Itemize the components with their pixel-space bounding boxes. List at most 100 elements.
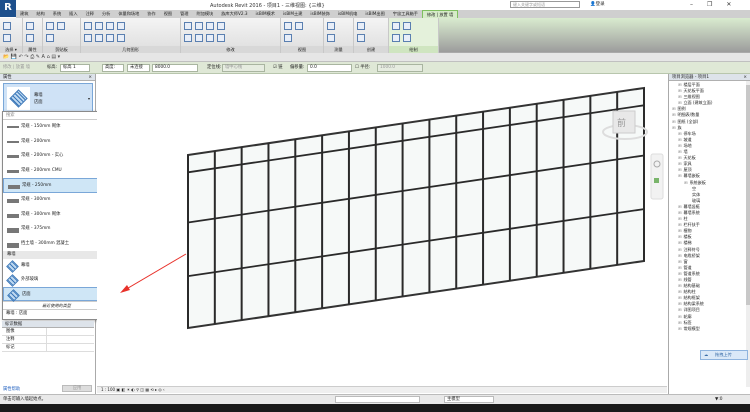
property-row[interactable]: 图像 xyxy=(2,328,94,336)
minimize-button[interactable]: – xyxy=(690,1,707,8)
tab-0[interactable]: 建筑 xyxy=(16,10,32,18)
expand-icon[interactable]: ⊞ xyxy=(678,326,681,331)
application-menu-button[interactable]: R xyxy=(0,0,16,17)
tool-icon[interactable] xyxy=(195,22,203,30)
expand-icon[interactable]: ⊞ xyxy=(678,222,681,227)
tool-icon[interactable] xyxy=(84,34,92,42)
expand-icon[interactable]: ⊞ xyxy=(672,125,675,130)
type-option[interactable]: 常规 - 300mm xyxy=(3,193,110,208)
expand-icon[interactable]: ⊞ xyxy=(678,301,681,306)
workset-select[interactable] xyxy=(335,396,420,403)
tool-icon[interactable] xyxy=(327,34,335,42)
tab-10[interactable]: 附加模块 xyxy=(192,10,217,18)
expand-icon[interactable]: ⊞ xyxy=(678,82,681,87)
tab-15[interactable]: isBIM机电 xyxy=(334,10,361,18)
view-control-bar[interactable]: 1 : 100 ▣ ◧ ☀ ◐ ⚲ ◫ ▦ ⟲ ▸ ◎ ‹ xyxy=(97,386,667,393)
expand-icon[interactable]: ⊞ xyxy=(678,143,681,148)
expand-icon[interactable]: ⊞ xyxy=(684,180,687,185)
tool-icon[interactable] xyxy=(106,34,114,42)
expand-icon[interactable]: ⊞ xyxy=(678,295,681,300)
type-option[interactable]: 常规 - 200mm xyxy=(3,135,110,150)
offset-input[interactable]: 0.0 xyxy=(307,64,352,72)
tool-icon[interactable] xyxy=(184,34,192,42)
tool-icon[interactable] xyxy=(184,22,192,30)
family-option[interactable]: 外部玻璃 xyxy=(3,273,110,288)
properties-help-link[interactable]: 属性帮助 xyxy=(3,386,20,392)
tab-13[interactable]: isBIM土建 xyxy=(279,10,306,18)
tool-icon[interactable] xyxy=(217,22,225,30)
close-button[interactable]: ✕ xyxy=(726,1,745,8)
tab-16[interactable]: isBIM出图 xyxy=(361,10,388,18)
tab-4[interactable]: 注释 xyxy=(82,10,98,18)
expand-icon[interactable]: ⊞ xyxy=(678,94,681,99)
type-option[interactable]: 常规 - 375mm xyxy=(3,222,110,237)
tab-8[interactable]: 视图 xyxy=(160,10,176,18)
login-button[interactable]: 👤登录 xyxy=(590,1,605,7)
property-row[interactable]: 标记 xyxy=(2,344,94,352)
tool-icon[interactable] xyxy=(403,22,411,30)
tool-icon[interactable] xyxy=(284,22,292,30)
family-option[interactable]: 店面 xyxy=(3,287,110,303)
help-search-input[interactable]: 键入关键字或短语 xyxy=(510,1,580,8)
tool-icon[interactable] xyxy=(95,34,103,42)
window-controls[interactable]: –❐✕ xyxy=(690,1,745,8)
upload-badge[interactable]: ☁ 拖拽上传 xyxy=(700,350,748,360)
height-type-select[interactable]: 高度: xyxy=(102,64,124,72)
type-option[interactable]: 常规 - 200mm - 实心 xyxy=(3,149,110,164)
expand-icon[interactable]: ⊞ xyxy=(678,259,681,264)
expand-icon[interactable]: ⊞ xyxy=(678,88,681,93)
expand-icon[interactable]: ⊞ xyxy=(678,234,681,239)
tab-6[interactable]: 体量和场地 xyxy=(114,10,143,18)
close-icon[interactable]: × xyxy=(88,74,92,81)
family-option[interactable]: 幕墙 xyxy=(3,259,110,274)
tool-icon[interactable] xyxy=(26,34,34,42)
expand-icon[interactable]: ⊞ xyxy=(678,289,681,294)
height-input[interactable]: 8000.0 xyxy=(152,64,198,72)
tool-icon[interactable] xyxy=(84,22,92,30)
section-identity-data[interactable]: 标识数据 xyxy=(2,321,94,328)
tool-icon[interactable] xyxy=(3,34,11,42)
tab-14[interactable]: isBIM装饰 xyxy=(306,10,333,18)
expand-icon[interactable]: ⊞ xyxy=(678,167,681,172)
expand-icon[interactable]: ⊞ xyxy=(678,210,681,215)
close-icon[interactable]: × xyxy=(743,74,747,81)
view-scale[interactable]: 1 : 100 xyxy=(101,387,115,392)
expand-icon[interactable]: ⊞ xyxy=(678,216,681,221)
property-row[interactable]: 注释 xyxy=(2,336,94,344)
curtain-wall-drawing[interactable]: 前 xyxy=(97,74,667,387)
type-option[interactable]: 常规 - 150mm 砌体 xyxy=(3,120,110,135)
type-option[interactable]: 常规 - 250mm xyxy=(3,178,110,193)
3d-view-canvas[interactable]: 前 xyxy=(97,74,667,387)
chain-checkbox[interactable]: ☑ 链 xyxy=(273,64,283,72)
expand-icon[interactable]: ⊞ xyxy=(678,240,681,245)
type-selector[interactable]: 幕墙 店面 ▾ xyxy=(3,83,93,113)
tool-icon[interactable] xyxy=(327,22,335,30)
expand-icon[interactable]: ⊞ xyxy=(672,119,675,124)
tool-icon[interactable] xyxy=(46,22,54,30)
expand-icon[interactable]: ⊞ xyxy=(678,100,681,105)
tool-icon[interactable] xyxy=(206,22,214,30)
type-option[interactable]: 常规 - 300mm 砌体 xyxy=(3,208,110,223)
tab-9[interactable]: 管理 xyxy=(176,10,192,18)
tool-icon[interactable] xyxy=(392,34,400,42)
tab-2[interactable]: 系统 xyxy=(49,10,65,18)
expand-icon[interactable]: ⊞ xyxy=(678,307,681,312)
tool-icon[interactable] xyxy=(295,22,303,30)
property-value[interactable] xyxy=(47,344,94,351)
expand-icon[interactable]: ⊞ xyxy=(678,320,681,325)
tool-icon[interactable] xyxy=(3,22,11,30)
tool-icon[interactable] xyxy=(117,22,125,30)
design-option-select[interactable]: 主模型 xyxy=(444,396,494,403)
type-option[interactable]: 常规 - 200mm CMU xyxy=(3,164,110,179)
tool-icon[interactable] xyxy=(46,34,54,42)
expand-icon[interactable]: ⊞ xyxy=(678,149,681,154)
tool-icon[interactable] xyxy=(217,34,225,42)
tool-icon[interactable] xyxy=(95,22,103,30)
restore-button[interactable]: ❐ xyxy=(707,1,726,8)
property-value[interactable] xyxy=(47,328,94,335)
tool-icon[interactable] xyxy=(57,22,65,30)
expand-icon[interactable]: ⊞ xyxy=(678,253,681,258)
radius-input[interactable]: 1000.0 xyxy=(377,64,423,72)
expand-icon[interactable]: ⊞ xyxy=(678,271,681,276)
apply-button[interactable]: 应用 xyxy=(62,385,92,392)
